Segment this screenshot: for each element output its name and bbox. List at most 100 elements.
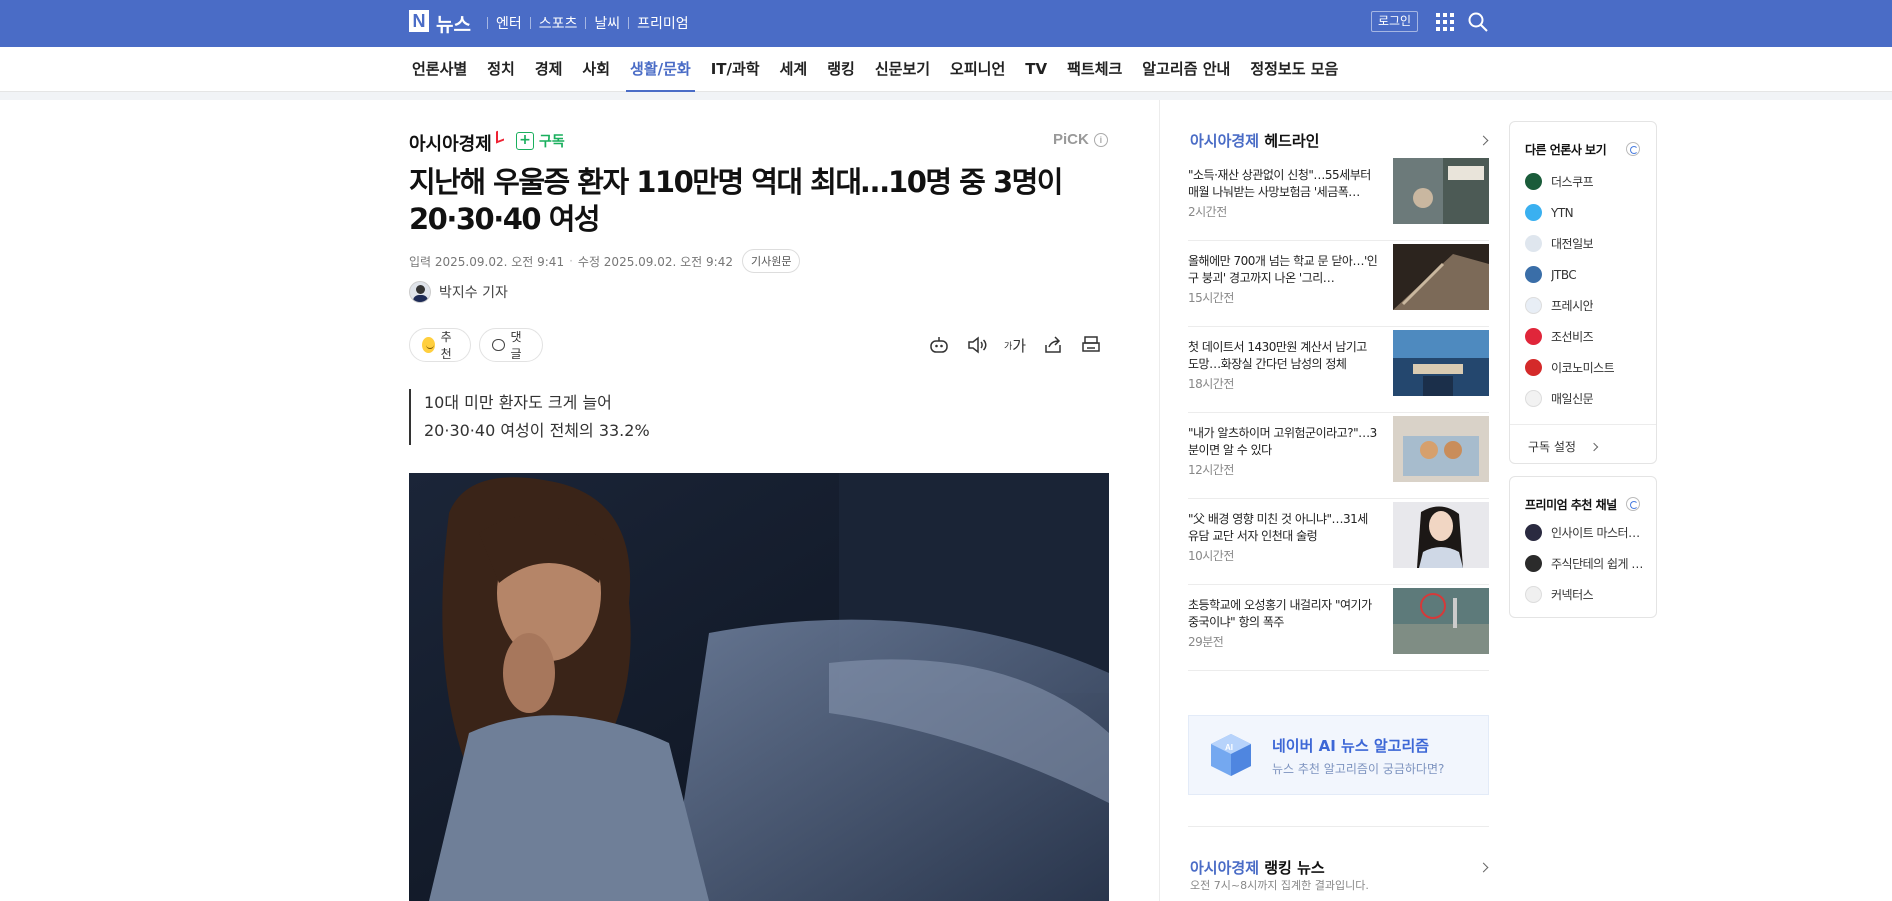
headline-item-title: 올해에만 700개 넘는 학교 문 닫아…'인구 붕괴' 경고까지 나온 '그리… xyxy=(1188,254,1378,285)
press-row-name: JTBC xyxy=(1551,267,1577,282)
top-bar: N 뉴스 엔터 스포츠 날씨 프리미엄 로그인 xyxy=(0,0,1892,47)
ranking-subtitle: 오전 7시~8시까지 집계한 결과입니다. xyxy=(1190,879,1369,892)
headline-list: "소득·재산 상관없이 신청"…55세부터 매월 나눠받는 사망보험금 '세금폭… xyxy=(1188,155,1489,671)
comment-button[interactable]: 댓글 xyxy=(479,328,543,362)
top-link-weather[interactable]: 날씨 xyxy=(586,13,628,33)
nav-item-ranking[interactable]: 랭킹 xyxy=(817,47,865,92)
ai-banner-subtitle: 뉴스 추천 알고리즘이 궁금하다면? xyxy=(1272,762,1445,776)
category-nav: 언론사별 정치 경제 사회 생활/문화 IT/과학 세계 랭킹 신문보기 오피니… xyxy=(0,47,1892,92)
headline-item[interactable]: 첫 데이트서 1430만원 계산서 남기고 도망…화장실 간다던 남성의 정체 … xyxy=(1188,327,1489,413)
chevron-right-icon[interactable] xyxy=(1478,135,1489,146)
subscription-settings-link[interactable]: 구독 설정 xyxy=(1510,424,1656,468)
channel-logo-icon xyxy=(1525,524,1542,541)
press-row[interactable]: 더스쿠프 xyxy=(1510,166,1656,197)
naver-logo[interactable]: N xyxy=(409,10,429,32)
headline-item-time: 18시간전 xyxy=(1188,377,1234,391)
refresh-icon[interactable] xyxy=(1626,497,1640,511)
original-article-button[interactable]: 기사원문 xyxy=(741,249,801,273)
nav-item-factcheck[interactable]: 팩트체크 xyxy=(1057,47,1132,92)
press-row[interactable]: JTBC xyxy=(1510,259,1656,290)
like-label: 추천 xyxy=(440,330,452,361)
press-name[interactable]: 아시아경제 xyxy=(409,130,492,156)
article-summary: 10대 미만 환자도 크게 늘어 20·30·40 여성이 전체의 33.2% xyxy=(409,389,650,445)
login-button[interactable]: 로그인 xyxy=(1371,11,1418,32)
headline-item-title: "소득·재산 상관없이 신청"…55세부터 매월 나눠받는 사망보험금 '세금폭… xyxy=(1188,168,1371,199)
other-press-panel: 다른 언론사 보기 더스쿠프 YTN 대전일보 JTBC 프레시안 조선비즈 이… xyxy=(1509,121,1657,464)
press-row-name: 이코노미스트 xyxy=(1551,361,1615,375)
reporter-avatar xyxy=(409,281,431,303)
press-row[interactable]: 조선비즈 xyxy=(1510,321,1656,352)
press-row[interactable]: 프레시안 xyxy=(1510,290,1656,321)
chevron-right-icon[interactable] xyxy=(1478,862,1489,873)
press-row-name: YTN xyxy=(1551,205,1574,220)
press-logo-icon xyxy=(1525,390,1542,407)
channel-logo-icon xyxy=(1525,555,1542,572)
channel-logo-icon xyxy=(1525,586,1542,603)
summary-line: 10대 미만 환자도 크게 늘어 xyxy=(424,393,612,412)
nav-item-it-science[interactable]: IT/과학 xyxy=(701,47,770,92)
apps-grid-icon[interactable] xyxy=(1436,13,1454,31)
top-link-entertainment[interactable]: 엔터 xyxy=(488,13,530,33)
top-link-premium[interactable]: 프리미엄 xyxy=(629,13,697,33)
article-photo xyxy=(409,473,1109,901)
headline-section-title[interactable]: 아시아경제 헤드라인 xyxy=(1190,130,1319,151)
top-links: 엔터 스포츠 날씨 프리미엄 xyxy=(487,13,697,33)
like-button[interactable]: 추천 xyxy=(409,328,471,362)
article-dates: 입력 2025.09.02. 오전 9:41 · 수정 2025.09.02. … xyxy=(409,249,801,273)
headline-thumbnail xyxy=(1393,416,1489,482)
ranking-brand: 아시아경제 xyxy=(1190,859,1260,877)
premium-row[interactable]: 주식단테의 쉽게 … xyxy=(1510,548,1656,579)
nav-item-society[interactable]: 사회 xyxy=(572,47,620,92)
summary-bot-icon[interactable] xyxy=(927,333,951,357)
headline-item[interactable]: "내가 알츠하이머 고위험군이라고?"…3분이면 알 수 있다 12시간전 xyxy=(1188,413,1489,499)
nav-item-newspaper[interactable]: 신문보기 xyxy=(865,47,940,92)
headline-item[interactable]: 초등학교에 오성홍기 내걸리자 "여기가 중국이냐" 항의 폭주 29분전 xyxy=(1188,585,1489,671)
nav-item-tv[interactable]: TV xyxy=(1015,47,1057,92)
nav-item-politics[interactable]: 정치 xyxy=(477,47,525,92)
nav-item-algorithm[interactable]: 알고리즘 안내 xyxy=(1132,47,1240,92)
comment-label: 댓글 xyxy=(510,330,522,361)
nav-item-life-culture[interactable]: 생활/문화 xyxy=(620,47,701,92)
headline-item[interactable]: "소득·재산 상관없이 신청"…55세부터 매월 나눠받는 사망보험금 '세금폭… xyxy=(1188,155,1489,241)
premium-row-name: 인사이트 마스터… xyxy=(1551,526,1640,540)
press-logo-icon xyxy=(1525,359,1542,376)
print-icon[interactable] xyxy=(1079,333,1103,357)
ai-algorithm-banner[interactable]: AI 네이버 AI 뉴스 알고리즘 뉴스 추천 알고리즘이 궁금하다면? xyxy=(1188,715,1489,795)
audio-speaker-icon[interactable] xyxy=(965,333,989,357)
headline-thumbnail xyxy=(1393,330,1489,396)
headline-item-title: "내가 알츠하이머 고위험군이라고?"…3분이면 알 수 있다 xyxy=(1188,426,1377,457)
headline-item[interactable]: "父 배경 영향 미친 것 아니냐"…31세 유담 교단 서자 인천대 술렁 1… xyxy=(1188,499,1489,585)
press-row[interactable]: 매일신문 xyxy=(1510,383,1656,414)
headline-item-time: 29분전 xyxy=(1188,635,1224,649)
premium-row[interactable]: 인사이트 마스터… xyxy=(1510,517,1656,548)
press-logo-icon xyxy=(1525,204,1542,221)
press-logo-icon xyxy=(1525,297,1542,314)
ranking-section-title[interactable]: 아시아경제 랭킹 뉴스 xyxy=(1190,857,1325,878)
nav-item-by-press[interactable]: 언론사별 xyxy=(402,47,477,92)
nav-item-corrections[interactable]: 정정보도 모음 xyxy=(1240,47,1348,92)
share-icon[interactable] xyxy=(1041,333,1065,357)
search-icon[interactable] xyxy=(1467,11,1489,33)
press-row-name: 프레시안 xyxy=(1551,299,1594,313)
nav-item-world[interactable]: 세계 xyxy=(770,47,818,92)
refresh-icon[interactable] xyxy=(1626,142,1640,156)
info-icon[interactable]: i xyxy=(1093,132,1108,147)
top-link-sports[interactable]: 스포츠 xyxy=(531,13,586,33)
subscribe-label: 구독 xyxy=(539,134,565,150)
premium-row[interactable]: 커넥터스 xyxy=(1510,579,1656,610)
news-logo[interactable]: 뉴스 xyxy=(436,10,471,37)
press-row[interactable]: 이코노미스트 xyxy=(1510,352,1656,383)
press-row-name: 조선비즈 xyxy=(1551,330,1594,344)
subscribe-button[interactable]: + 구독 xyxy=(516,131,565,151)
headline-item[interactable]: 올해에만 700개 넘는 학교 문 닫아…'인구 붕괴' 경고까지 나온 '그리… xyxy=(1188,241,1489,327)
font-size-icon[interactable]: 가가 xyxy=(1003,333,1027,357)
press-logo-icon xyxy=(1525,266,1542,283)
smile-icon xyxy=(422,337,435,353)
nav-item-opinion[interactable]: 오피니언 xyxy=(940,47,1015,92)
nav-item-economy[interactable]: 경제 xyxy=(525,47,573,92)
headline-item-time: 12시간전 xyxy=(1188,463,1234,477)
press-row[interactable]: YTN xyxy=(1510,197,1656,228)
modified-date: 수정 2025.09.02. 오전 9:42 xyxy=(577,254,733,269)
reporter[interactable]: 박지수 기자 xyxy=(409,281,508,303)
press-row[interactable]: 대전일보 xyxy=(1510,228,1656,259)
